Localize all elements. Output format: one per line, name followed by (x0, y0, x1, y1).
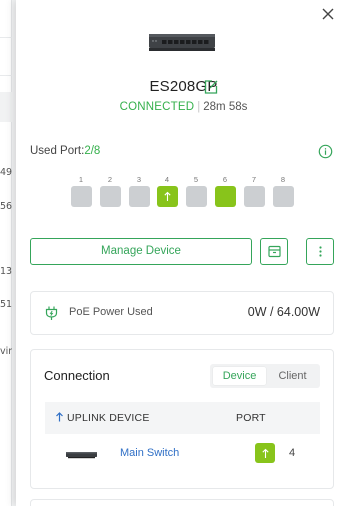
port-label: 2 (107, 175, 113, 184)
arrow-up-icon (56, 412, 63, 422)
next-section-card (30, 499, 334, 506)
manage-device-button[interactable]: Manage Device (30, 238, 252, 265)
tab-device[interactable]: Device (213, 367, 266, 385)
used-port-summary: Used Port:2/8 (30, 145, 100, 157)
connection-title: Connection (44, 368, 110, 383)
background-text: 49 (0, 167, 12, 178)
column-uplink-device: UPLINK DEVICE (55, 412, 150, 424)
info-icon[interactable] (318, 144, 333, 159)
port-label: 5 (193, 175, 199, 184)
port-label: 7 (251, 175, 257, 184)
port-2[interactable] (100, 186, 121, 207)
background-header (0, 92, 12, 122)
uplink-port-number: 4 (289, 447, 296, 459)
port-6[interactable] (215, 186, 236, 207)
port-label: 3 (136, 175, 142, 184)
used-port-count: 2/8 (84, 145, 101, 157)
more-vertical-icon (319, 246, 322, 257)
background-row (0, 0, 12, 38)
background-text: ving (0, 346, 12, 357)
used-port-label: Used Port: (30, 145, 85, 157)
switch-device-image (66, 452, 97, 459)
status-connected: CONNECTED (119, 101, 195, 113)
port-8[interactable] (273, 186, 294, 207)
close-icon[interactable] (317, 3, 339, 25)
switch-device-image (149, 34, 215, 51)
poe-power-card: PoE Power Used 0W / 64.00W (30, 291, 334, 335)
device-status-line: CONNECTED | 28m 58s (16, 101, 351, 113)
port-label: 1 (78, 175, 84, 184)
save-icon (268, 245, 281, 258)
port-4[interactable] (157, 186, 178, 207)
port-label: 6 (222, 175, 228, 184)
device-title: ES208GP (16, 76, 351, 95)
column-port: PORT (236, 412, 266, 424)
tab-client[interactable]: Client (268, 367, 317, 385)
poe-label: PoE Power Used (69, 306, 153, 318)
connection-card: Connection Device Client UPLINK DEVICE P… (30, 349, 334, 489)
port-3[interactable] (129, 186, 150, 207)
arrow-up-icon (261, 448, 269, 458)
uplink-port-indicator (255, 443, 275, 463)
uplink-device-link[interactable]: Main Switch (120, 447, 179, 459)
device-detail-drawer: ES208GP CONNECTED | 28m 58s Used Port:2/8 … (16, 0, 351, 506)
uptime: 28m 58s (203, 101, 248, 113)
connection-tab-switch: Device Client (210, 364, 320, 388)
connection-table-header: UPLINK DEVICE PORT (45, 402, 320, 434)
port-label: 4 (164, 175, 170, 184)
background-text: 51r (0, 299, 12, 310)
power-plug-icon (45, 306, 58, 320)
background-row (0, 38, 12, 76)
background-text: 13m (0, 266, 12, 277)
save-config-button[interactable] (260, 238, 288, 265)
edit-icon[interactable] (203, 79, 219, 95)
port-label: 8 (280, 175, 286, 184)
arrow-up-icon (164, 191, 171, 201)
background-text: 56 (0, 201, 12, 212)
status-separator: | (197, 101, 201, 113)
more-options-button[interactable] (306, 238, 334, 265)
port-1[interactable] (71, 186, 92, 207)
port-5[interactable] (186, 186, 207, 207)
port-7[interactable] (244, 186, 265, 207)
poe-value: 0W / 64.00W (247, 305, 320, 319)
background-page: 49 56 13m 51r ving (0, 0, 16, 506)
